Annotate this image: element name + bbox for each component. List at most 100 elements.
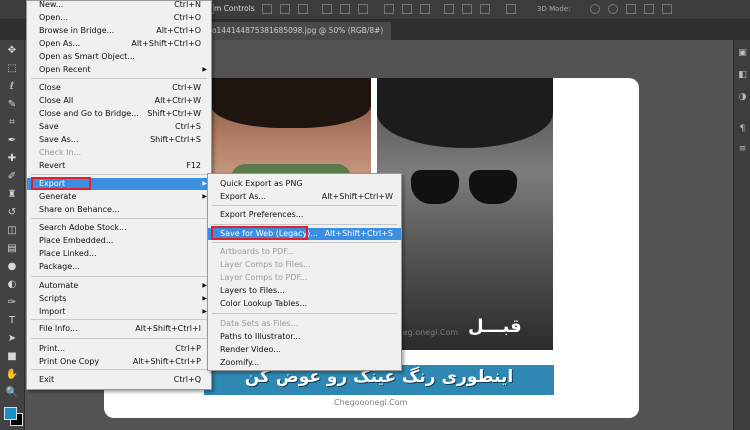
document-tab[interactable]: to1441448753816850​98.jpg @ 50% (RGB/8#)	[205, 22, 392, 40]
panel-history-icon[interactable]: ▣	[737, 48, 748, 59]
panel-paragraph-icon[interactable]: ¶	[737, 124, 748, 135]
menu-item-shortcut: Alt+Shift+Ctrl+W	[321, 192, 393, 201]
menu-item-open[interactable]: Open... Ctrl+O	[27, 12, 211, 24]
menu-item-save[interactable]: Save Ctrl+S	[27, 121, 211, 133]
menu-item-print[interactable]: Print... Ctrl+P	[27, 343, 211, 355]
crop-tool-icon[interactable]: ⌗	[5, 116, 19, 130]
menu-item-export-as[interactable]: Export As... Alt+Shift+Ctrl+W	[208, 191, 401, 203]
menu-separator	[31, 276, 207, 277]
eyedropper-tool-icon[interactable]: ✒	[5, 134, 19, 148]
move-tool-icon[interactable]: ✥	[5, 44, 19, 58]
menu-item-open-as[interactable]: Open As... Alt+Shift+Ctrl+O	[27, 38, 211, 50]
eraser-tool-icon[interactable]: ◫	[5, 224, 19, 238]
menu-item-color-lookup-tables[interactable]: Color Lookup Tables...	[208, 298, 401, 310]
distribute-left-icon[interactable]	[444, 4, 454, 14]
distribute-right-icon[interactable]	[480, 4, 490, 14]
distribute-middle-icon[interactable]	[402, 4, 412, 14]
menu-item-new[interactable]: New... Ctrl+N	[27, 0, 211, 11]
clone-stamp-tool-icon[interactable]: ♜	[5, 188, 19, 202]
blur-tool-icon[interactable]: ●	[5, 260, 19, 274]
menu-item-shortcut: Alt+Shift+Ctrl+P	[132, 357, 201, 366]
panel-properties-icon[interactable]: ◧	[737, 70, 748, 81]
menu-item-layer-comps-to-files: Layer Comps to Files...	[208, 259, 401, 271]
align-bottom-icon[interactable]	[298, 4, 308, 14]
gradient-tool-icon[interactable]: ▤	[5, 242, 19, 256]
menu-item-label: Save	[39, 122, 59, 131]
distribute-hcenter-icon[interactable]	[462, 4, 472, 14]
menu-item-close-all[interactable]: Close All Alt+Ctrl+W	[27, 95, 211, 107]
healing-brush-tool-icon[interactable]: ✚	[5, 152, 19, 166]
menu-item-share-on-behance[interactable]: Share on Behance...	[27, 204, 211, 216]
menu-item-paths-to-illustrator[interactable]: Paths to Illustrator...	[208, 331, 401, 343]
path-select-tool-icon[interactable]: ➤	[5, 332, 19, 346]
align-middle-icon[interactable]	[280, 4, 290, 14]
3d-rotate-icon[interactable]	[590, 4, 600, 14]
align-left-icon[interactable]	[322, 4, 332, 14]
menu-item-automate[interactable]: Automate ▶	[27, 280, 211, 292]
dodge-tool-icon[interactable]: ◐	[5, 278, 19, 292]
file-menu: New... Ctrl+N Open... Ctrl+O Browse in Bridg…	[26, 0, 212, 390]
menu-item-label: Save As...	[39, 135, 79, 144]
sunglasses-shape	[411, 170, 519, 206]
menu-item-zoomify[interactable]: Zoomify...	[208, 357, 401, 369]
menu-item-close-and-go-to-bridge[interactable]: Close and Go to Bridge... Shift+Ctrl+W	[27, 108, 211, 120]
3d-pan-icon[interactable]	[626, 4, 636, 14]
menu-item-quick-export-as-png[interactable]: Quick Export as PNG	[208, 178, 401, 190]
lasso-tool-icon[interactable]: ℓ	[5, 80, 19, 94]
menu-item-search-adobe-stock[interactable]: Search Adobe Stock...	[27, 222, 211, 234]
menu-item-label: Close All	[39, 96, 74, 105]
menu-item-close[interactable]: Close Ctrl+W	[27, 82, 211, 94]
submenu-arrow-icon: ▶	[202, 66, 207, 73]
show-transform-controls-label[interactable]: m Controls	[214, 4, 255, 13]
menu-item-shortcut: Alt+Shift+Ctrl+I	[135, 324, 201, 333]
quick-select-tool-icon[interactable]: ✎	[5, 98, 19, 112]
menu-item-label: Share on Behance...	[39, 205, 120, 214]
rectangle-tool-icon[interactable]: ■	[5, 350, 19, 364]
history-brush-tool-icon[interactable]: ↺	[5, 206, 19, 220]
distribute-top-icon[interactable]	[384, 4, 394, 14]
menu-item-open-as-smart-object[interactable]: Open as Smart Object...	[27, 51, 211, 63]
panel-layers-icon[interactable]: ≡	[737, 144, 748, 155]
menu-item-layers-to-files[interactable]: Layers to Files...	[208, 285, 401, 297]
menu-item-package[interactable]: Package...	[27, 261, 211, 273]
menu-item-open-recent[interactable]: Open Recent ▶	[27, 64, 211, 76]
align-right-icon[interactable]	[358, 4, 368, 14]
distribute-bottom-icon[interactable]	[420, 4, 430, 14]
menu-item-shortcut: Shift+Ctrl+W	[147, 109, 201, 118]
menu-separator	[31, 338, 207, 339]
panel-adjustments-icon[interactable]: ◑	[737, 92, 748, 103]
menu-item-revert[interactable]: Revert F12	[27, 160, 211, 172]
zoom-tool-icon[interactable]: 🔍	[5, 386, 19, 400]
menu-item-print-one-copy[interactable]: Print One Copy Alt+Shift+Ctrl+P	[27, 356, 211, 368]
menu-item-export-preferences[interactable]: Export Preferences...	[208, 209, 401, 221]
menu-item-file-info[interactable]: File Info... Alt+Shift+Ctrl+I	[27, 323, 211, 335]
brush-tool-icon[interactable]: ✐	[5, 170, 19, 184]
hand-tool-icon[interactable]: ✋	[5, 368, 19, 382]
marquee-tool-icon[interactable]: ⬚	[5, 62, 19, 76]
align-top-icon[interactable]	[262, 4, 272, 14]
3d-scale-icon[interactable]	[662, 4, 672, 14]
menu-item-artboards-to-pdf: Artboards to PDF...	[208, 246, 401, 258]
hair-shape	[377, 78, 553, 148]
menu-item-render-video[interactable]: Render Video...	[208, 344, 401, 356]
menu-item-label: Print...	[39, 344, 66, 353]
menu-item-place-linked[interactable]: Place Linked...	[27, 248, 211, 260]
foreground-color-swatch[interactable]	[4, 407, 17, 420]
menu-item-exit[interactable]: Exit Ctrl+Q	[27, 374, 211, 386]
menu-item-save-as[interactable]: Save As... Shift+Ctrl+S	[27, 134, 211, 146]
menu-item-label: Layer Comps to PDF...	[220, 273, 308, 282]
menu-item-place-embedded[interactable]: Place Embedded...	[27, 235, 211, 247]
menu-item-browse-in-bridge[interactable]: Browse in Bridge... Alt+Ctrl+O	[27, 25, 211, 37]
menu-item-generate[interactable]: Generate ▶	[27, 191, 211, 203]
pen-tool-icon[interactable]: ✑	[5, 296, 19, 310]
3d-roll-icon[interactable]	[608, 4, 618, 14]
menu-item-import[interactable]: Import ▶	[27, 306, 211, 318]
3d-slide-icon[interactable]	[644, 4, 654, 14]
type-tool-icon[interactable]: T	[5, 314, 19, 328]
menu-item-scripts[interactable]: Scripts ▶	[27, 293, 211, 305]
align-center-icon[interactable]	[340, 4, 350, 14]
auto-align-icon[interactable]	[506, 4, 516, 14]
menu-item-label: Place Embedded...	[39, 236, 114, 245]
menu-separator	[31, 174, 207, 175]
menu-separator	[31, 78, 207, 79]
